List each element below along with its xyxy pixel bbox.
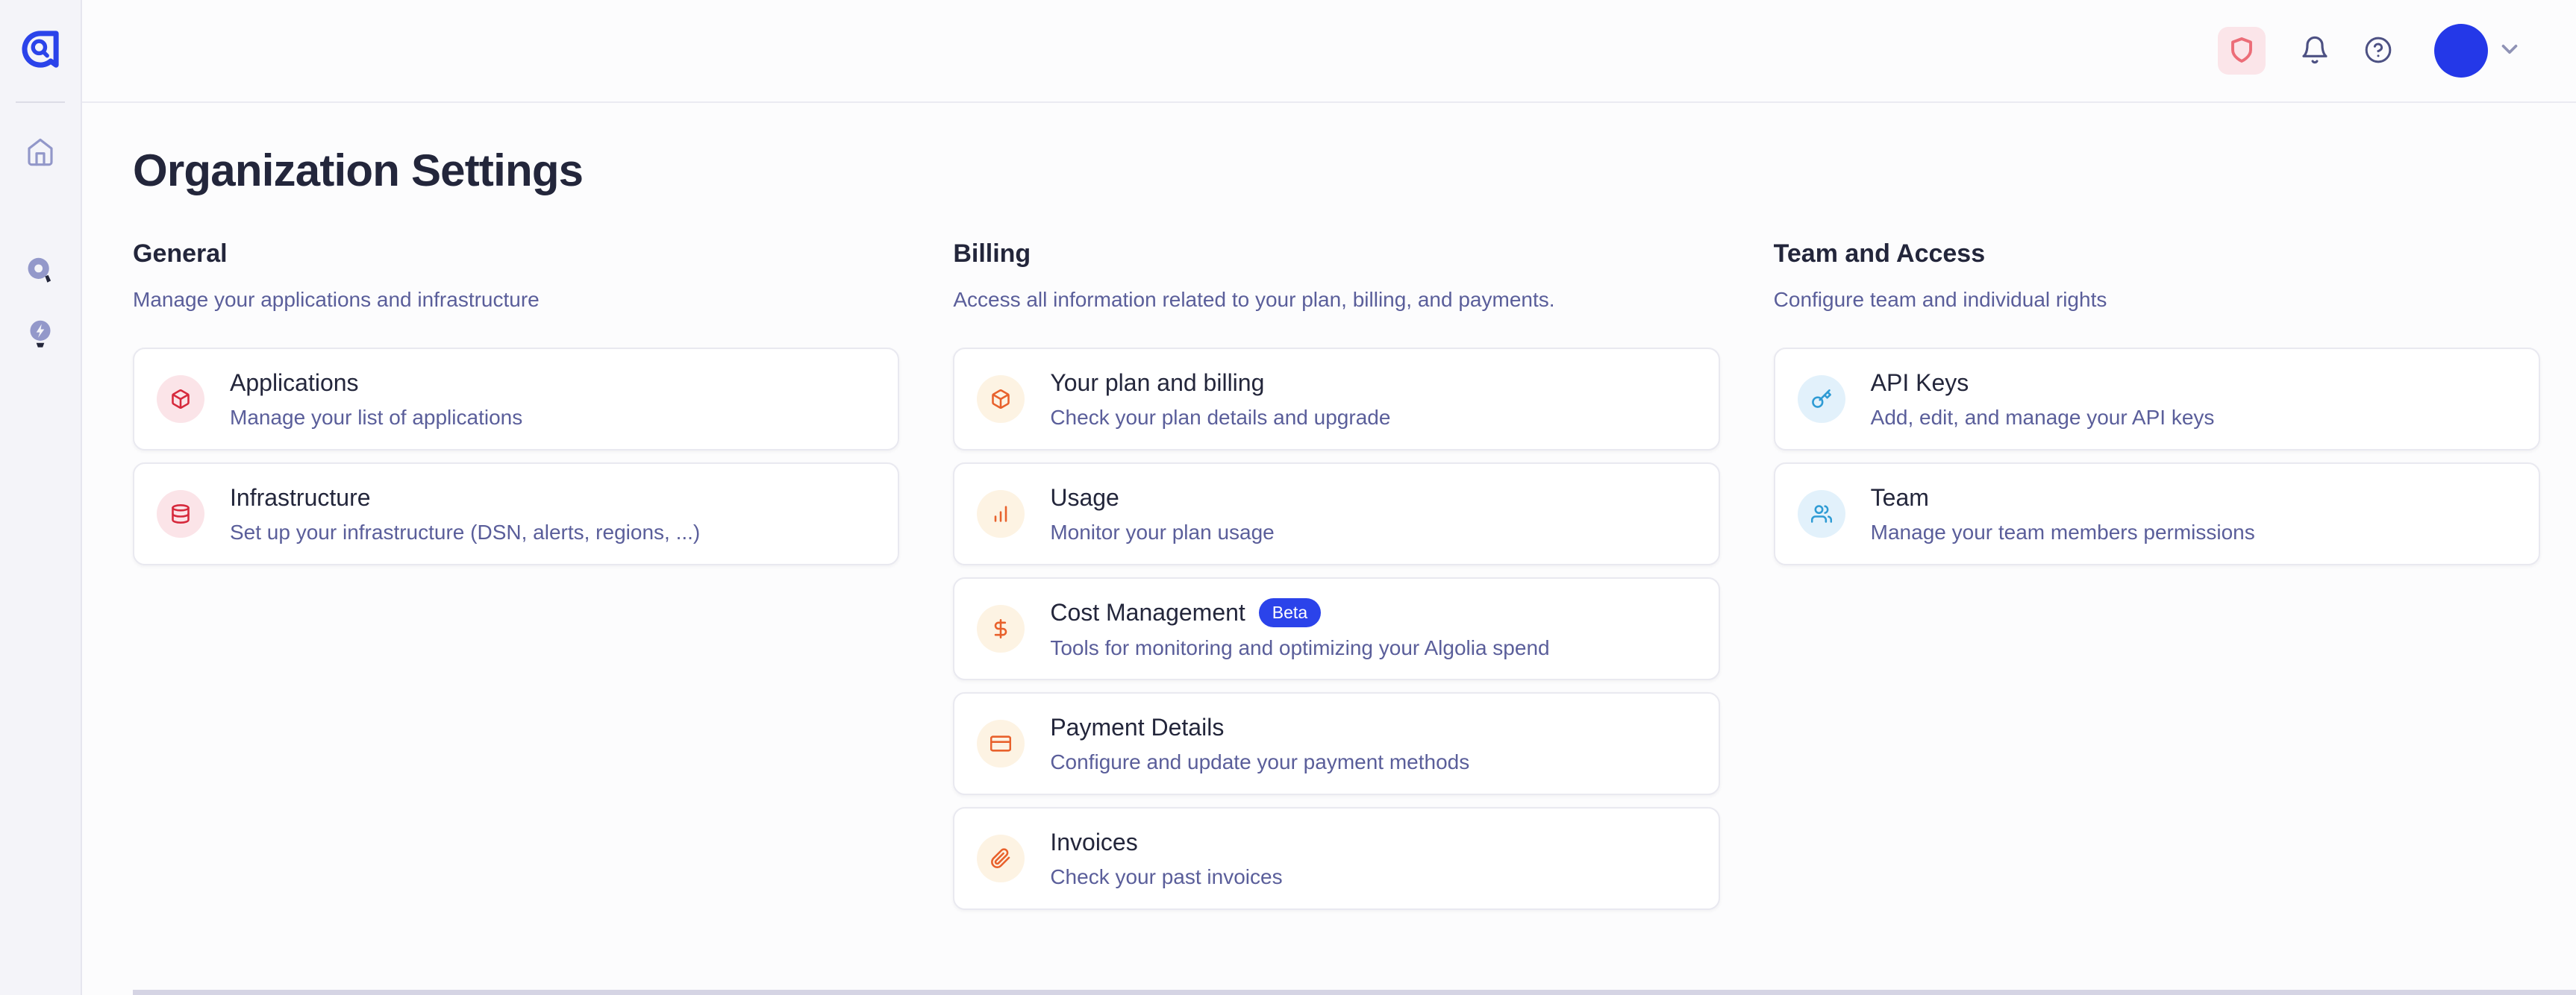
section-general: General Manage your applications and inf… — [133, 239, 899, 565]
settings-card[interactable]: Cost Management Beta Tools for monitoring … — [953, 577, 1719, 680]
bell-icon — [2300, 35, 2330, 67]
package-icon — [157, 375, 204, 423]
sidebar — [0, 0, 82, 995]
notifications-button[interactable] — [2300, 35, 2330, 67]
search-product-icon — [25, 257, 55, 290]
cube-icon — [977, 375, 1025, 423]
bar-chart-icon — [977, 490, 1025, 538]
card-description: Configure and update your payment method… — [1050, 750, 1469, 774]
card-title: API Keys — [1871, 369, 1969, 397]
settings-card[interactable]: Team Manage your team members permissions — [1774, 462, 2540, 565]
section-title: Team and Access — [1774, 239, 2540, 269]
sidebar-item-recommend[interactable] — [24, 319, 57, 352]
settings-columns: General Manage your applications and inf… — [82, 196, 2576, 910]
main-area: Organization Settings General Manage you… — [82, 0, 2576, 995]
card-description: Check your plan details and upgrade — [1050, 406, 1390, 430]
card-list: Applications Manage your list of applicat… — [133, 348, 899, 565]
settings-card[interactable]: API Keys Add, edit, and manage your API k… — [1774, 348, 2540, 451]
card-text: Applications Manage your list of applicat… — [230, 369, 522, 430]
section-description: Configure team and individual rights — [1774, 286, 2540, 313]
chevron-down-icon — [2497, 37, 2522, 66]
card-title: Cost Management — [1050, 599, 1245, 627]
card-description: Tools for monitoring and optimizing your… — [1050, 636, 1549, 660]
card-text: Cost Management Beta Tools for monitoring … — [1050, 598, 1549, 660]
card-text: API Keys Add, edit, and manage your API k… — [1871, 369, 2215, 430]
section-team-and-access: Team and Access Configure team and indiv… — [1774, 239, 2540, 565]
settings-card[interactable]: Payment Details Configure and update your… — [953, 692, 1719, 795]
settings-card[interactable]: Usage Monitor your plan usage — [953, 462, 1719, 565]
settings-card[interactable]: Infrastructure Set up your infrastructure… — [133, 462, 899, 565]
dollar-icon — [977, 605, 1025, 653]
section-billing: Billing Access all information related t… — [953, 239, 1719, 910]
paperclip-icon — [977, 835, 1025, 882]
card-description: Check your past invoices — [1050, 865, 1282, 889]
top-header — [82, 0, 2576, 103]
help-button[interactable] — [2364, 36, 2392, 66]
sidebar-item-search[interactable] — [24, 257, 57, 289]
beta-badge: Beta — [1259, 598, 1321, 627]
card-title: Your plan and billing — [1050, 369, 1264, 397]
section-description: Access all information related to your p… — [953, 286, 1719, 313]
database-icon — [157, 490, 204, 538]
card-text: Invoices Check your past invoices — [1050, 829, 1282, 889]
settings-card[interactable]: Invoices Check your past invoices — [953, 807, 1719, 910]
security-shield-button[interactable] — [2218, 27, 2266, 75]
users-icon — [1798, 490, 1845, 538]
card-description: Manage your team members permissions — [1871, 521, 2255, 544]
section-title: General — [133, 239, 899, 269]
sidebar-item-home[interactable] — [24, 137, 57, 170]
card-title: Infrastructure — [230, 484, 371, 512]
section-description: Manage your applications and infrastruct… — [133, 286, 899, 313]
recommend-product-icon — [25, 319, 55, 353]
sidebar-products — [24, 257, 57, 352]
card-description: Set up your infrastructure (DSN, alerts,… — [230, 521, 700, 544]
avatar — [2434, 24, 2488, 78]
card-title: Usage — [1050, 484, 1119, 512]
shield-icon — [2228, 37, 2255, 66]
account-menu-button[interactable] — [2434, 24, 2522, 78]
sidebar-divider — [16, 101, 65, 103]
card-title: Payment Details — [1050, 714, 1224, 741]
card-title: Applications — [230, 369, 359, 397]
card-description: Monitor your plan usage — [1050, 521, 1274, 544]
card-title: Invoices — [1050, 829, 1137, 856]
card-description: Add, edit, and manage your API keys — [1871, 406, 2215, 430]
card-list: API Keys Add, edit, and manage your API k… — [1774, 348, 2540, 565]
card-text: Your plan and billing Check your plan det… — [1050, 369, 1390, 430]
card-text: Team Manage your team members permissions — [1871, 484, 2255, 544]
section-title: Billing — [953, 239, 1719, 269]
settings-card[interactable]: Applications Manage your list of applicat… — [133, 348, 899, 451]
card-list: Your plan and billing Check your plan det… — [953, 348, 1719, 910]
card-description: Manage your list of applications — [230, 406, 522, 430]
page-title: Organization Settings — [133, 145, 2576, 196]
key-icon — [1798, 375, 1845, 423]
settings-card[interactable]: Your plan and billing Check your plan det… — [953, 348, 1719, 451]
help-icon — [2364, 36, 2392, 66]
home-icon — [25, 137, 55, 171]
card-text: Payment Details Configure and update your… — [1050, 714, 1469, 774]
credit-card-icon — [977, 720, 1025, 768]
algolia-logo[interactable] — [21, 30, 60, 69]
card-title: Team — [1871, 484, 1929, 512]
card-text: Infrastructure Set up your infrastructure… — [230, 484, 700, 544]
footer-divider — [133, 990, 2576, 995]
card-text: Usage Monitor your plan usage — [1050, 484, 1274, 544]
